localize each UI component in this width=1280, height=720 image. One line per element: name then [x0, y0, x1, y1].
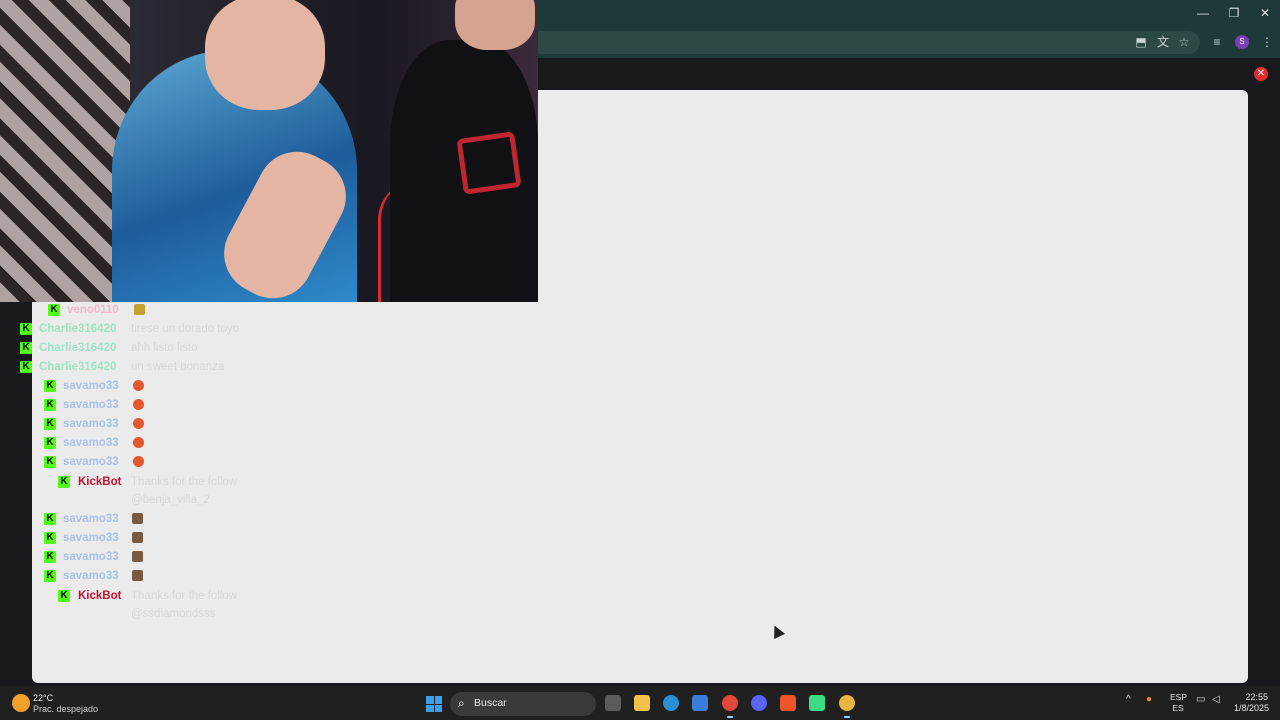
box-emote-icon [132, 551, 143, 562]
network-icon[interactable]: ▭ [1196, 694, 1205, 705]
discord-icon[interactable] [751, 695, 767, 711]
taskbar-search[interactable]: ⌕ Buscar [450, 692, 596, 716]
burger-emote-icon [133, 456, 144, 467]
clock-time: 22:55 [1245, 692, 1268, 702]
task-view-icon[interactable] [605, 695, 621, 711]
chat-username[interactable]: savamo33 [63, 529, 119, 547]
kick-badge-icon: K [44, 399, 56, 411]
weather-temperature[interactable]: 22°C [33, 693, 53, 703]
chat-text: Thanks for the follow [131, 590, 238, 602]
android-studio-icon[interactable] [809, 695, 825, 711]
burger-emote-icon [133, 437, 144, 448]
restore-button[interactable]: ❐ [1219, 4, 1249, 22]
chat-username[interactable]: Charlie316420 [39, 358, 116, 376]
kick-badge-icon: K [44, 570, 56, 582]
wallpaper-background [0, 0, 130, 302]
chat-username[interactable]: savamo33 [63, 434, 119, 452]
chat-username[interactable]: Charlie316420 [39, 339, 116, 357]
store-icon[interactable] [692, 695, 708, 711]
microphone-icon[interactable]: ● [1146, 694, 1152, 705]
chat-text: Thanks for the follow [131, 476, 238, 488]
chat-username[interactable]: savamo33 [63, 510, 119, 528]
chat-username[interactable]: savamo33 [63, 415, 119, 433]
stream-video[interactable] [0, 0, 538, 302]
window-close-button[interactable]: ✕ [1250, 4, 1280, 22]
volume-icon[interactable]: ◁ [1212, 694, 1220, 705]
tray-overflow-icon[interactable]: ^ [1126, 694, 1131, 705]
chrome-profile-icon[interactable] [839, 695, 855, 718]
chat-username[interactable]: veno0110 [67, 301, 119, 319]
windows-taskbar: 22°C Prac. despejado ⌕ Buscar ^ ● ESP ES… [0, 686, 1280, 720]
chat-text: ahh listo listo [131, 342, 198, 354]
weather-sun-icon[interactable] [12, 694, 30, 712]
address-bar[interactable] [538, 31, 1200, 54]
chrome-icon[interactable] [722, 695, 738, 718]
menu-kebab-icon[interactable]: ⋮ [1258, 33, 1276, 51]
box-emote-icon [132, 532, 143, 543]
install-app-icon[interactable]: ⬒ [1132, 33, 1150, 51]
clock-date: 1/8/2025 [1234, 703, 1270, 713]
person-right-head [455, 0, 535, 50]
kick-badge-icon: K [20, 342, 32, 354]
kick-badge-icon: K [44, 551, 56, 563]
file-explorer-icon[interactable] [634, 695, 650, 711]
box-emote-icon [132, 570, 143, 581]
chat-username[interactable]: Charlie316420 [39, 320, 116, 338]
chat-username[interactable]: KickBot [78, 473, 121, 491]
chat-text: tirese un dorado toyo [131, 323, 240, 335]
keyboard-layout: ES [1172, 703, 1184, 713]
profile-avatar[interactable]: S [1235, 35, 1249, 49]
chat-overlay: K veno0110 K Charlie316420 tirese un dor… [0, 300, 540, 630]
chat-username[interactable]: savamo33 [63, 453, 119, 471]
kick-badge-icon: K [58, 476, 70, 488]
edge-icon[interactable] [663, 695, 679, 711]
chat-mention: @ssdiamondsss [131, 608, 216, 620]
kick-badge-icon: K [44, 532, 56, 544]
kick-badge-icon: K [20, 323, 32, 335]
burger-emote-icon [133, 399, 144, 410]
kick-badge-icon: K [44, 437, 56, 449]
kick-badge-icon: K [44, 456, 56, 468]
translate-icon[interactable]: 文 [1154, 33, 1172, 51]
brave-icon[interactable] [780, 695, 796, 711]
kick-badge-icon: K [48, 304, 60, 316]
minimize-button[interactable]: — [1188, 4, 1218, 22]
fries-emote-icon [134, 304, 145, 315]
chat-username[interactable]: savamo33 [63, 548, 119, 566]
media-controls-icon[interactable]: ≡ [1208, 33, 1226, 51]
burger-emote-icon [133, 418, 144, 429]
chat-mention: @benja_villa_2 [131, 494, 210, 506]
chat-username[interactable]: savamo33 [63, 377, 119, 395]
taskbar-clock[interactable]: 22:55 1/8/2025 [1234, 692, 1270, 714]
search-placeholder: Buscar [474, 697, 507, 709]
search-icon: ⌕ [458, 696, 465, 710]
kick-badge-icon: K [44, 513, 56, 525]
box-emote-icon [132, 513, 143, 524]
burger-emote-icon [133, 380, 144, 391]
kick-badge-icon: K [58, 590, 70, 602]
kick-badge-icon: K [20, 361, 32, 373]
kick-badge-icon: K [44, 418, 56, 430]
windows-start-icon[interactable] [426, 696, 442, 712]
weather-description[interactable]: Prac. despejado [33, 704, 98, 714]
person-center-head [205, 0, 325, 110]
chat-text: un sweet bonanza [131, 361, 225, 373]
language-code: ESP [1170, 692, 1188, 702]
chat-username[interactable]: savamo33 [63, 567, 119, 585]
language-indicator[interactable]: ESP ES [1170, 692, 1188, 714]
chat-username[interactable]: savamo33 [63, 396, 119, 414]
bookmark-star-icon[interactable]: ☆ [1175, 33, 1193, 51]
kick-badge-icon: K [44, 380, 56, 392]
close-icon[interactable]: ✕ [1254, 67, 1268, 81]
backpack-logo [456, 131, 522, 195]
chat-username[interactable]: KickBot [78, 587, 121, 605]
